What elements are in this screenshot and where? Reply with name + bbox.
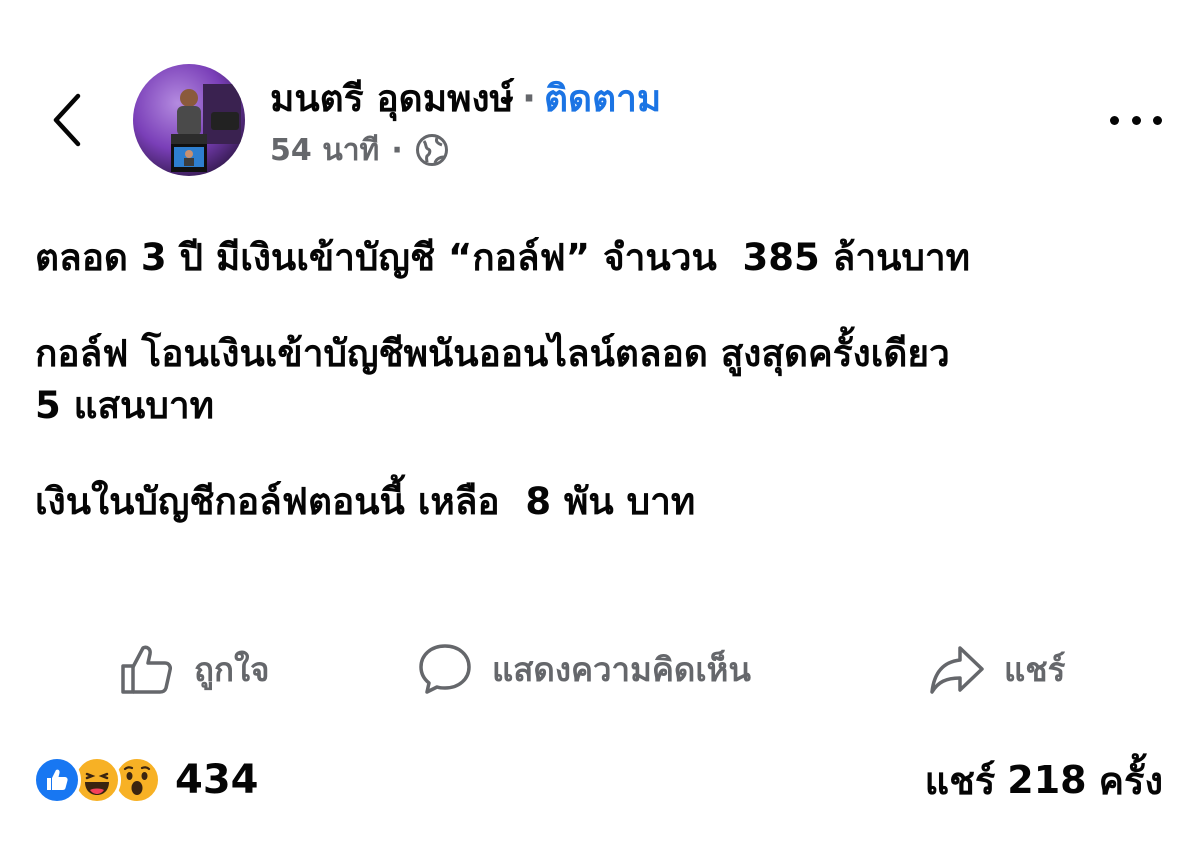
reaction-count: 434 (175, 757, 259, 803)
like-button[interactable]: ถูกใจ (118, 636, 269, 702)
more-dot (1153, 115, 1162, 125)
post-time[interactable]: 54 นาที (270, 127, 379, 174)
like-label: ถูกใจ (194, 649, 270, 689)
comment-icon (419, 644, 471, 694)
post-paragraph: กอล์ฟ โอนเงินเข้าบัญชีพนันออนไลน์ตลอด สู… (35, 332, 950, 427)
author-name[interactable]: มนตรี อุดมพงษ์ (270, 69, 514, 128)
avatar[interactable] (133, 64, 245, 176)
post-paragraph: เงินในบัญชีกอล์ฟตอนนี้ เหลือ 8 พัน บาท (35, 480, 696, 523)
share-button[interactable]: แชร์ (928, 636, 1065, 702)
chevron-left-icon (53, 93, 81, 147)
avatar-image (133, 64, 245, 176)
more-options-button[interactable] (1110, 106, 1162, 134)
separator-dot: · (521, 76, 537, 120)
shares-count[interactable]: แชร์ 218 ครั้ง (925, 752, 1163, 808)
share-icon (930, 646, 984, 694)
post-paragraph: ตลอด 3 ปี มีเงินเข้าบัญชี “กอล์ฟ” จำนวน … (35, 236, 971, 279)
action-bar: ถูกใจ แสดงความคิดเห็น แชร์ (0, 636, 1200, 702)
reaction-icons (33, 756, 161, 804)
author-row: มนตรี อุดมพงษ์ · ติดตาม (270, 72, 661, 124)
meta-separator: · (391, 132, 403, 168)
thumbs-up-icon (121, 645, 172, 694)
post-body: ตลอด 3 ปี มีเงินเข้าบัญชี “กอล์ฟ” จำนวน … (35, 232, 1170, 572)
globe-icon (415, 134, 448, 166)
back-button[interactable] (40, 88, 94, 152)
shares-number: 218 (1007, 758, 1087, 802)
more-dot (1131, 115, 1141, 125)
comment-button[interactable]: แสดงความคิดเห็น (416, 636, 751, 702)
post-meta: 54 นาที · (270, 128, 449, 172)
comment-label: แสดงความคิดเห็น (492, 649, 751, 689)
reactions-summary[interactable]: 434 (33, 752, 259, 808)
share-label: แชร์ (1004, 649, 1066, 689)
follow-button[interactable]: ติดตาม (544, 69, 661, 128)
more-dot (1110, 115, 1119, 125)
like-icon (33, 756, 81, 804)
post-page: มนตรี อุดมพงษ์ · ติดตาม 54 นาที · ตลอด 3… (0, 0, 1200, 850)
shares-prefix: แชร์ (924, 758, 996, 803)
shares-suffix: ครั้ง (1098, 758, 1163, 803)
